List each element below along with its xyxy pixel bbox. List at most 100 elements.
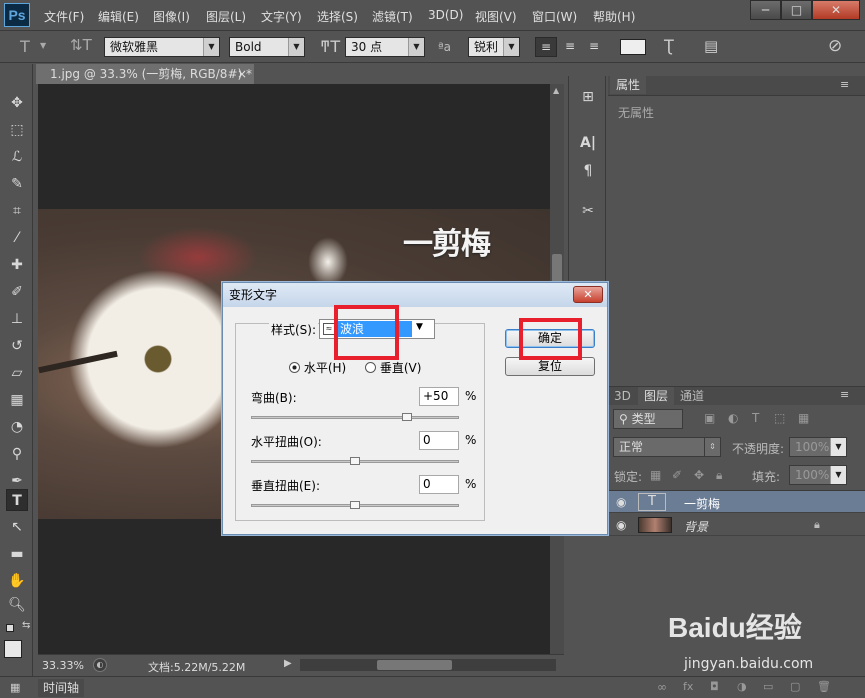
tools-preset-icon[interactable]: ✂ (577, 200, 599, 222)
character-panel-icon[interactable]: A| (577, 132, 599, 154)
paragraph-panel-icon[interactable]: ¶ (577, 160, 599, 182)
close-tab-icon[interactable]: × (237, 64, 247, 84)
scroll-thumb[interactable] (377, 660, 452, 670)
tool-preset-arrow-icon[interactable]: ▼ (40, 41, 46, 50)
move-tool-icon[interactable]: ✥ (6, 92, 28, 114)
menu-edit[interactable]: 编辑(E) (98, 8, 139, 25)
trash-icon[interactable]: 🗑︎ (817, 680, 831, 693)
menu-view[interactable]: 视图(V) (475, 8, 517, 25)
layer-row-text[interactable]: ◉ T 一剪梅 (608, 491, 865, 513)
filter-adjust-icon[interactable]: ◐ (728, 411, 738, 425)
zoom-tool-icon[interactable]: 🔍︎ (6, 594, 28, 616)
adjustment-icon[interactable]: ◑ (737, 680, 747, 693)
lock-pixels-icon[interactable]: ✐ (672, 468, 682, 482)
menu-image[interactable]: 图像(I) (153, 8, 190, 25)
history-panel-icon[interactable]: ⊞ (577, 86, 599, 108)
text-orientation-icon[interactable]: ⇅T (70, 36, 92, 54)
fill-input[interactable]: 100% ▼ (789, 465, 847, 485)
filter-shape-icon[interactable]: ⬚ (774, 411, 785, 425)
fx-icon[interactable]: fx (683, 680, 693, 693)
layer-name[interactable]: 一剪梅 (684, 495, 720, 512)
font-family-select[interactable]: 微软雅黑 ▼ (104, 37, 220, 57)
bend-slider-thumb[interactable] (402, 413, 412, 421)
layer-row-background[interactable]: ◉ 背景 🔒︎ (608, 514, 865, 536)
radio-vertical[interactable]: 垂直(V) (365, 359, 421, 376)
lasso-tool-icon[interactable]: ℒ (6, 146, 28, 168)
eyedropper-tool-icon[interactable]: ⁄ (6, 227, 28, 249)
layer-filter-select[interactable]: ⚲ 类型 (613, 409, 683, 429)
filter-smart-icon[interactable]: ▦ (798, 411, 809, 425)
blur-tool-icon[interactable]: ◔ (6, 416, 28, 438)
panel-menu-icon[interactable]: ≡ (840, 388, 849, 401)
gradient-tool-icon[interactable]: ▦ (6, 389, 28, 411)
panel-menu-icon[interactable]: ≡ (840, 78, 849, 91)
font-size-select[interactable]: 30 点 ▼ (345, 37, 425, 57)
opacity-input[interactable]: 100% ▼ (789, 437, 847, 457)
crop-tool-icon[interactable]: ⌗ (6, 200, 28, 222)
font-style-select[interactable]: Bold ▼ (229, 37, 305, 57)
hand-tool-icon[interactable]: ✋ (6, 570, 28, 592)
minimize-button[interactable]: ─ (750, 0, 781, 20)
radio-horizontal[interactable]: 水平(H) (289, 359, 346, 376)
layer-name[interactable]: 背景 (684, 518, 708, 535)
document-tab[interactable]: 1.jpg @ 33.3% (一剪梅, RGB/8#) * × (36, 64, 254, 84)
default-colors-icon[interactable] (6, 624, 14, 632)
character-panel-icon[interactable]: ▤ (704, 37, 718, 55)
link-layers-icon[interactable]: ∞ (657, 680, 667, 694)
zoom-level[interactable]: 33.33% (42, 659, 84, 672)
foreground-color-swatch[interactable] (4, 640, 22, 658)
horizontal-distortion-thumb[interactable] (350, 457, 360, 465)
vertical-distortion-thumb[interactable] (350, 501, 360, 509)
align-right-icon[interactable]: ≡ (583, 37, 605, 57)
tab-3d[interactable]: 3D (608, 387, 637, 405)
warp-text-icon[interactable]: Ʈ (664, 36, 674, 55)
menu-type[interactable]: 文字(Y) (261, 8, 302, 25)
status-arrow-icon[interactable]: ▶ (284, 658, 292, 669)
dialog-titlebar[interactable]: 变形文字 (223, 283, 607, 307)
menu-help[interactable]: 帮助(H) (593, 8, 635, 25)
filter-pixel-icon[interactable]: ▣ (704, 411, 715, 425)
blend-mode-select[interactable]: 正常 ⇕ (613, 437, 721, 457)
menu-file[interactable]: 文件(F) (44, 8, 84, 25)
quick-select-tool-icon[interactable]: ✎ (6, 173, 28, 195)
clone-stamp-tool-icon[interactable]: ⊥ (6, 308, 28, 330)
align-left-icon[interactable]: ≡ (535, 37, 557, 57)
filter-type-icon[interactable]: T (752, 411, 759, 425)
status-menu-icon[interactable]: ◐ (93, 658, 107, 672)
menu-3d[interactable]: 3D(D) (428, 8, 463, 22)
maximize-button[interactable]: □ (781, 0, 812, 20)
window-close-button[interactable]: ✕ (812, 0, 860, 20)
vertical-distortion-input[interactable]: 0 (419, 475, 459, 494)
menu-window[interactable]: 窗口(W) (532, 8, 577, 25)
type-tool-icon[interactable]: T (6, 489, 28, 511)
mask-icon[interactable]: ◘ (710, 680, 719, 693)
history-brush-tool-icon[interactable]: ↺ (6, 335, 28, 357)
tab-channels[interactable]: 通道 (674, 387, 710, 405)
scroll-up-icon[interactable]: ▲ (553, 86, 559, 95)
eraser-tool-icon[interactable]: ▱ (6, 362, 28, 384)
type-tool-icon[interactable]: T (20, 37, 30, 56)
menu-layer[interactable]: 图层(L) (206, 8, 246, 25)
new-layer-icon[interactable]: ▢ (790, 680, 800, 693)
path-selection-tool-icon[interactable]: ↖ (6, 516, 28, 538)
lock-transparent-icon[interactable]: ▦ (650, 468, 661, 482)
tab-properties[interactable]: 属性 (610, 76, 647, 94)
eye-icon[interactable]: ◉ (616, 518, 626, 532)
canvas-text-layer[interactable]: 一剪梅 (403, 219, 491, 263)
align-center-icon[interactable]: ≡ (559, 37, 581, 57)
timeline-icon[interactable]: ▦ (10, 681, 20, 694)
horizontal-scrollbar[interactable] (300, 659, 556, 671)
bend-input[interactable]: +50 (419, 387, 459, 406)
dodge-tool-icon[interactable]: ⚲ (6, 443, 28, 465)
lock-all-icon[interactable]: 🔒︎ (716, 468, 722, 483)
text-color-swatch[interactable] (620, 39, 646, 55)
doc-info[interactable]: 文档:5.22M/5.22M (148, 659, 245, 675)
swap-colors-icon[interactable]: ⇆ (22, 620, 30, 631)
cancel-icon[interactable]: ⊘ (828, 36, 842, 56)
dialog-close-button[interactable]: ✕ (573, 286, 603, 303)
marquee-tool-icon[interactable]: ⬚ (6, 119, 28, 141)
menu-filter[interactable]: 滤镜(T) (372, 8, 413, 25)
timeline-tab[interactable]: 时间轴 (38, 679, 84, 697)
healing-brush-tool-icon[interactable]: ✚ (6, 254, 28, 276)
shape-tool-icon[interactable]: ▬ (6, 543, 28, 565)
